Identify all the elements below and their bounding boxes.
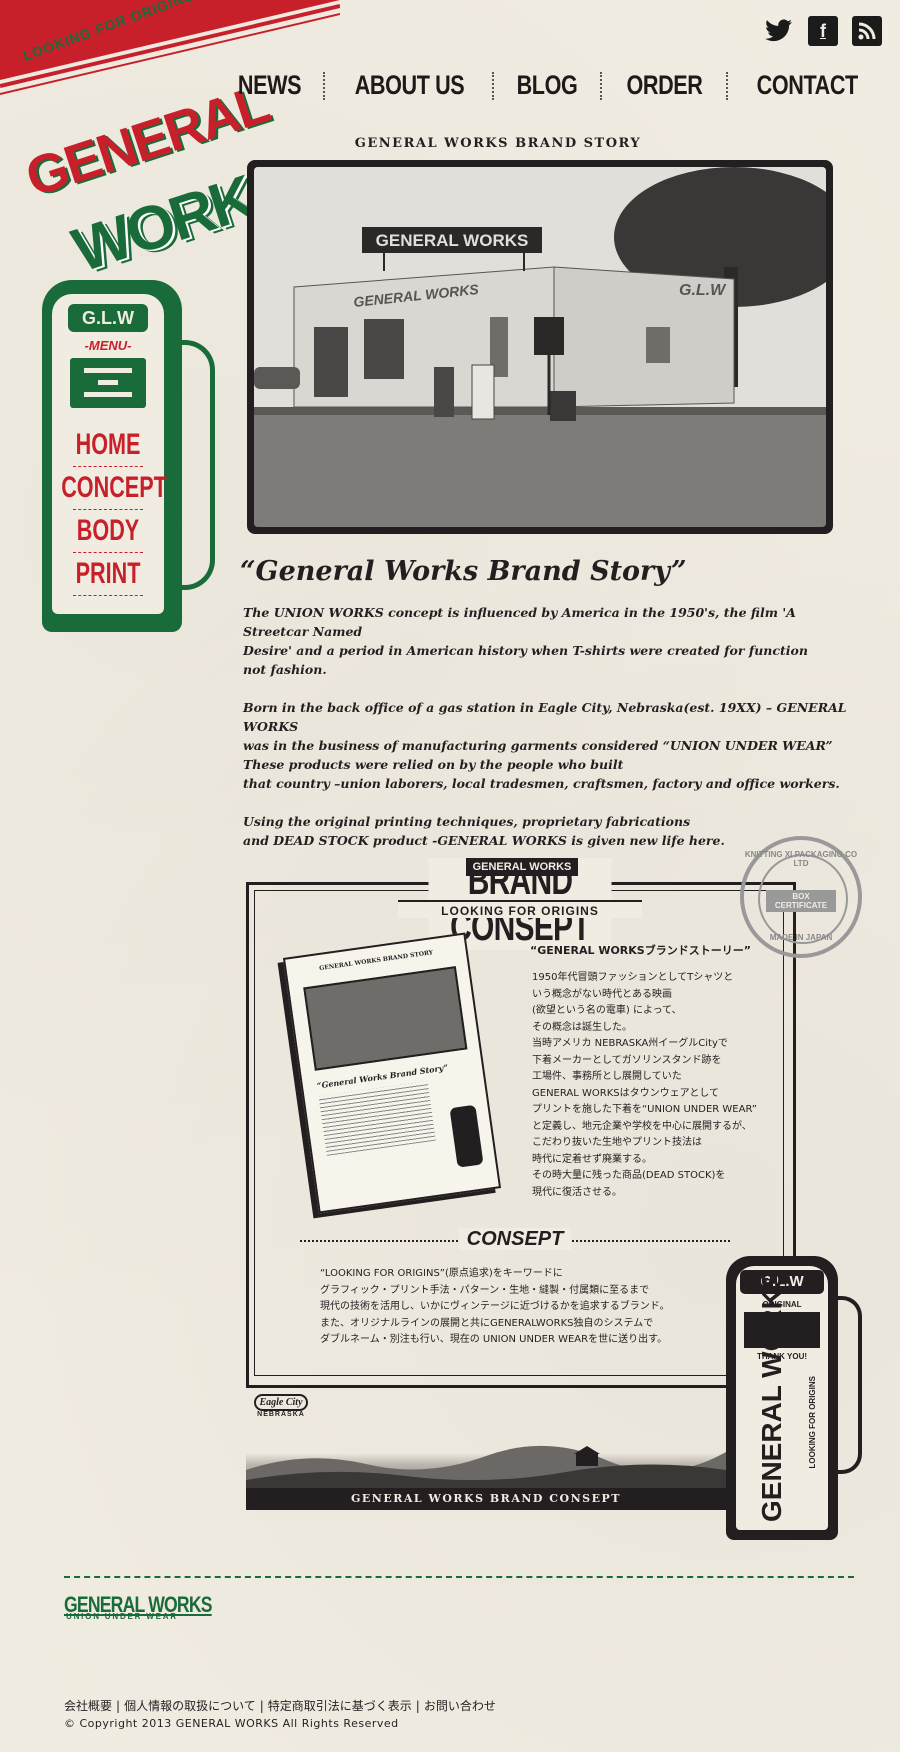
card-text-lines	[318, 1081, 436, 1156]
sidebar-menu: HOME CONCEPT BODY PRINT	[60, 424, 167, 596]
pump-face: G.L.W -MENU- HOME CONCEPT BODY PRINT	[52, 294, 167, 614]
facebook-glyph: f	[820, 20, 826, 41]
footer-links: 会社概要 | 個人情報の取扱について | 特定商取引法に基づく表示 | お問い合わせ	[64, 1699, 496, 1713]
concept-subtitle: LOOKING FOR ORIGINS	[398, 900, 642, 918]
card-pump-icon	[449, 1104, 484, 1168]
rss-icon[interactable]	[852, 16, 882, 46]
concept-tag: GENERAL WORKS	[466, 858, 578, 876]
nav-divider	[323, 71, 326, 100]
consept-divider: CONSEPT	[300, 1228, 730, 1251]
photo-glw-text: G.L.W	[679, 282, 727, 299]
jp-story-title: “GENERAL WORKSブランドストーリー”	[530, 944, 751, 957]
pump2-vertical-sub: LOOKING FOR ORIGINS	[808, 1376, 817, 1469]
pump-hose	[178, 340, 215, 590]
pump-label: G.L.W	[68, 304, 148, 332]
footer-link-contact[interactable]: お問い合わせ	[424, 1699, 496, 1713]
stamp-top-text: KNITTING XI PACKAGING CO LTD	[744, 850, 858, 868]
eagle-city-badge: Eagle City NEBRASKA	[250, 1390, 312, 1422]
gas-station-photo: GENERAL WORKS GENERAL WORKS G.L.W	[254, 167, 826, 527]
eagle-city-label: Eagle City	[254, 1394, 308, 1411]
nav-blog[interactable]: BLOG	[517, 70, 578, 101]
footer-link-legal[interactable]: 特定商取引法に基づく表示	[268, 1699, 412, 1713]
story-paragraph: The UNION WORKS concept is influenced by…	[243, 605, 808, 677]
pump-gauge	[70, 358, 146, 408]
brand-story-heading: GENERAL WORKS BRAND STORY	[354, 136, 642, 151]
stamp-center-text: BOX CERTIFICATE	[766, 890, 836, 912]
social-links: f	[764, 16, 882, 46]
sidebar-item-body[interactable]: BODY	[61, 510, 155, 552]
footer-logo-sub: UNION UNDER WEAR	[66, 1612, 178, 1621]
consept-body: “LOOKING FOR ORIGINS”(原点追求)をキーワードに グラフィッ…	[320, 1268, 670, 1345]
nav-divider	[599, 71, 603, 100]
landscape-illustration	[246, 1430, 726, 1488]
footer-link-privacy[interactable]: 個人情報の取扱について	[124, 1699, 256, 1713]
eagle-state-label: NEBRASKA	[257, 1411, 305, 1418]
story-body: The UNION WORKS concept is influenced by…	[243, 603, 853, 869]
sidebar-item-concept[interactable]: CONCEPT	[61, 467, 167, 509]
site-logo[interactable]: LOOKING FOR ORIGINS GENERAL WORKS	[18, 0, 298, 286]
sidebar-item-home[interactable]: HOME	[61, 424, 155, 466]
stamp-bottom-text: MADE IN JAPAN	[769, 933, 833, 942]
nav-news[interactable]: NEWS	[238, 70, 302, 101]
sidebar-item-print[interactable]: PRINT	[61, 553, 155, 595]
nav-order[interactable]: ORDER	[626, 70, 702, 101]
gas-pump-menu: G.L.W -MENU- HOME CONCEPT BODY PRINT	[38, 280, 215, 632]
footer-divider	[64, 1576, 854, 1578]
facebook-icon[interactable]: f	[808, 16, 838, 46]
jp-story-body: 1950年代冒頭ファッションとしてTシャツと いう概念がない時代とある映画 (欲…	[532, 972, 757, 1198]
story-title: “General Works Brand Story”	[240, 556, 687, 587]
photo-illustration: GENERAL WORKS GENERAL WORKS G.L.W	[254, 167, 826, 527]
nav-contact[interactable]: CONTACT	[756, 70, 858, 101]
copyright: © Copyright 2013 GENERAL WORKS All Right…	[64, 1717, 399, 1730]
twitter-icon[interactable]	[764, 16, 794, 46]
main-nav: NEWS ABOUT US BLOG ORDER CONTACT	[230, 70, 870, 101]
nav-divider	[726, 71, 729, 100]
consept-label: CONSEPT	[458, 1228, 572, 1250]
certificate-stamp: KNITTING XI PACKAGING CO LTD BOX CERTIFI…	[740, 836, 862, 958]
nav-divider	[491, 71, 495, 100]
gas-station-photo-frame: GENERAL WORKS GENERAL WORKS G.L.W	[247, 160, 833, 534]
story-paragraph: Born in the back office of a gas station…	[243, 700, 847, 791]
nav-about-us[interactable]: ABOUT US	[354, 70, 464, 101]
brand-story-card-illustration: GENERAL WORKS BRAND STORY “General Works…	[282, 932, 502, 1214]
concept-bottom-bar: GENERAL WORKS BRAND CONSEPT	[246, 1488, 726, 1510]
photo-rooftop-sign: GENERAL WORKS	[376, 231, 529, 250]
footer-link-company[interactable]: 会社概要	[64, 1699, 112, 1713]
story-paragraph: Using the original printing techniques, …	[243, 814, 725, 848]
pump2-vertical-logo: GENERAL WORKS	[756, 1270, 787, 1523]
menu-label: -MENU-	[84, 338, 132, 353]
card-photo	[303, 966, 468, 1071]
glw-pump-illustration: G.L.W ORIGINAL THANK YOU! GENERAL WORKS …	[726, 1256, 862, 1540]
